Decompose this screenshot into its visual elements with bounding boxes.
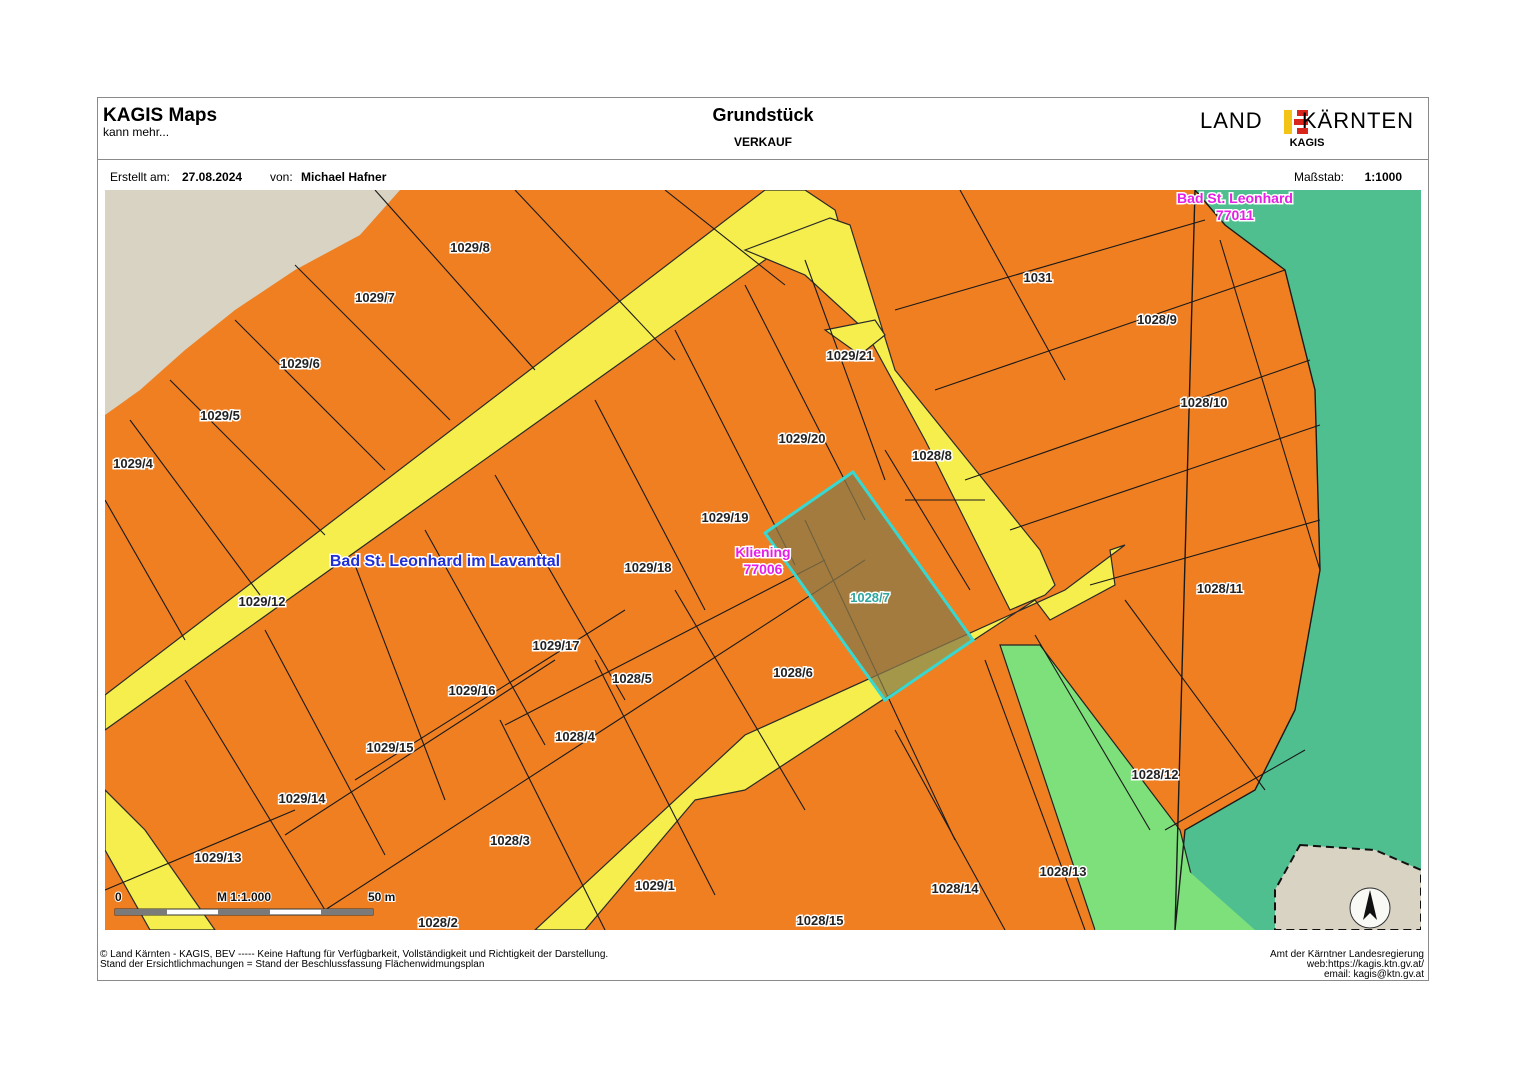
cadastral-code-77011: 77011 (1216, 207, 1254, 223)
footer-contact: Amt der Kärntner Landesregierung web:htt… (1270, 950, 1424, 980)
parcel-label: 1028/6 (773, 665, 813, 680)
parcel-label: 1028/14 (932, 881, 980, 896)
parcel-label: 1028/3 (490, 833, 530, 848)
parcel-label: 1029/16 (449, 683, 496, 698)
parcel-label: 1029/18 (625, 560, 672, 575)
footer-status-note: Stand der Ersichtlichmachungen = Stand d… (100, 959, 485, 970)
info-bar: Erstellt am: 27.08.2024 von: Michael Haf… (98, 160, 1428, 190)
cadastral-name-kliening: Kliening (735, 544, 790, 560)
header: KAGIS Maps kann mehr... Grundstück VERKA… (98, 98, 1428, 160)
parcel-label: 1029/1 (635, 878, 675, 893)
parcel-label: 1029/13 (195, 850, 242, 865)
author-name: Michael Hafner (301, 170, 387, 184)
parcel-label: 1029/21 (827, 348, 874, 363)
parcel-label: 1028/9 (1137, 312, 1177, 327)
scale-label: Maßstab: (1293, 170, 1344, 184)
parcel-label: 1028/4 (555, 729, 596, 744)
north-arrow-icon (1349, 887, 1391, 929)
cadastral-name-bad-st-leonhard: Bad St. Leonhard (1177, 190, 1293, 206)
parcel-label: 1029/5 (200, 408, 240, 423)
author-label: von: (270, 170, 293, 184)
scalebar-end: 50 m (368, 890, 395, 904)
footer-disclaimer: © Land Kärnten - KAGIS, BEV ----- Keine … (100, 950, 608, 970)
logo-text-kagis: KAGIS (1289, 137, 1325, 149)
parcel-label: 1028/11 (1197, 581, 1243, 596)
scalebar-label: M 1:1.000 (217, 890, 271, 904)
created-date: 27.08.2024 (182, 170, 243, 184)
parcel-label: 1029/7 (355, 290, 395, 305)
cadastral-code-77006: 77006 (744, 561, 783, 577)
parcel-label: 1028/2 (418, 915, 458, 930)
parcel-label: 1028/15 (797, 913, 844, 928)
map-view[interactable]: 1029/8 1029/7 1029/6 1029/5 1029/4 1029/12 102… (105, 190, 1421, 930)
parcel-label: 1029/15 (367, 740, 414, 755)
scalebar-start: 0 (115, 890, 122, 904)
municipality-label: Bad St. Leonhard im Lavanttal (330, 553, 560, 570)
parcel-label: 1031 (1024, 270, 1053, 285)
parcel-label: 1028/12 (1132, 767, 1179, 782)
parcel-label: 1029/19 (702, 510, 749, 525)
parcel-label: 1029/12 (239, 594, 286, 609)
parcel-label: 1029/4 (113, 456, 154, 471)
zoning-map[interactable]: 1029/8 1029/7 1029/6 1029/5 1029/4 1029/12 102… (105, 190, 1421, 930)
parcel-label: 1028/7 (850, 590, 890, 605)
parcel-label: 1029/17 (533, 638, 580, 653)
parcel-label: 1028/10 (1181, 395, 1228, 410)
parcel-label: 1028/13 (1040, 864, 1087, 879)
created-label: Erstellt am: (110, 170, 171, 184)
logo-text-kaernten: KÄRNTEN (1301, 108, 1414, 133)
parcel-label: 1029/14 (279, 791, 327, 806)
parcel-label: 1028/8 (912, 448, 952, 463)
parcel-label: 1029/20 (779, 431, 826, 446)
parcel-label: 1029/8 (450, 240, 490, 255)
land-kaernten-logo: LAND KÄRNTEN KAGIS (1200, 104, 1414, 154)
parcel-label: 1029/6 (280, 356, 320, 371)
footer-email: email: kagis@ktn.gv.at (1323, 969, 1424, 980)
scale-value: 1:1000 (1364, 170, 1402, 184)
parcel-label: 1028/5 (612, 671, 652, 686)
logo-text-land: LAND (1200, 108, 1263, 133)
